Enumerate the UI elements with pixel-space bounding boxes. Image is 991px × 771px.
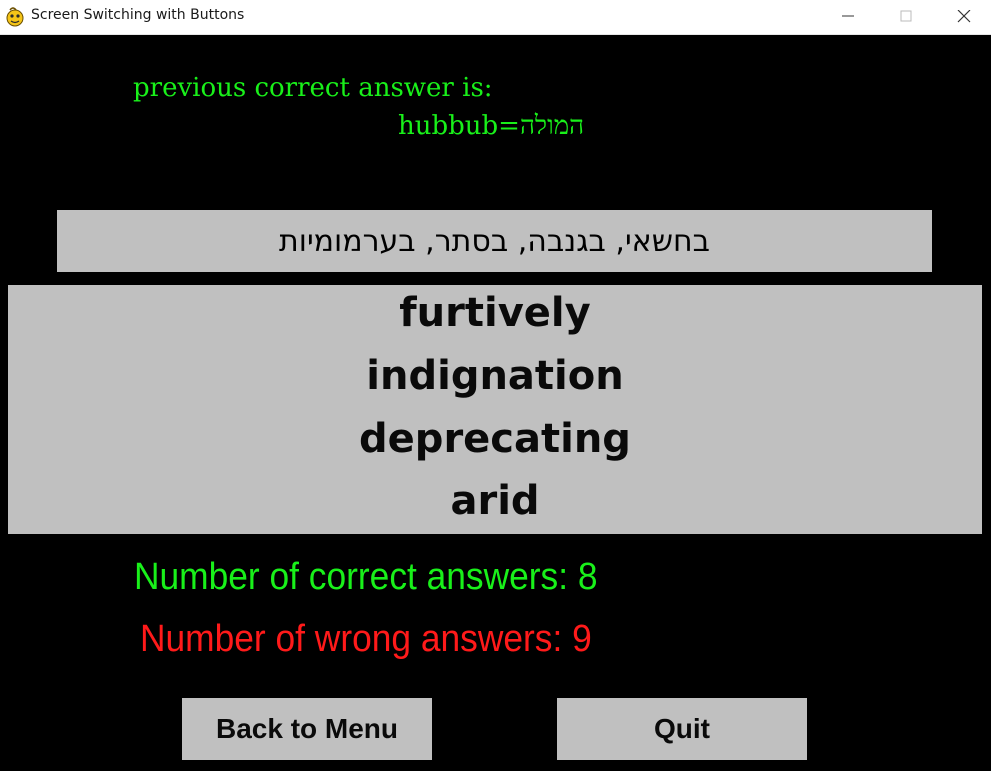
title-bar[interactable]: Screen Switching with Buttons — [0, 0, 991, 35]
wrong-answers-count: Number of wrong answers: 9 — [140, 618, 592, 660]
answer-option[interactable]: furtively — [8, 282, 982, 344]
question-text: בחשאי, בגנבה, בסתר, בערמומיות — [279, 223, 710, 259]
minimize-icon — [842, 15, 854, 17]
pygame-snake-icon — [5, 5, 25, 27]
question-panel: בחשאי, בגנבה, בסתר, בערמומיות — [57, 210, 932, 272]
close-button[interactable] — [935, 0, 991, 34]
quit-button[interactable]: Quit — [557, 698, 807, 760]
maximize-icon — [900, 10, 912, 22]
window-title: Screen Switching with Buttons — [31, 7, 245, 23]
app-window: Screen Switching with Buttons previous c… — [0, 0, 991, 771]
answer-options-panel: furtively indignation deprecating arid — [8, 285, 982, 534]
answer-option[interactable]: deprecating — [8, 408, 982, 470]
answer-option[interactable]: indignation — [8, 345, 982, 407]
previous-answer-value: hubbub=המולה — [398, 111, 585, 141]
back-to-menu-button[interactable]: Back to Menu — [182, 698, 432, 760]
correct-answers-count: Number of correct answers: 8 — [134, 556, 598, 598]
answer-option[interactable]: arid — [8, 470, 982, 532]
minimize-button[interactable] — [819, 0, 877, 34]
maximize-button[interactable] — [877, 0, 935, 34]
previous-answer-label: previous correct answer is: — [133, 73, 493, 103]
close-icon — [957, 10, 971, 23]
